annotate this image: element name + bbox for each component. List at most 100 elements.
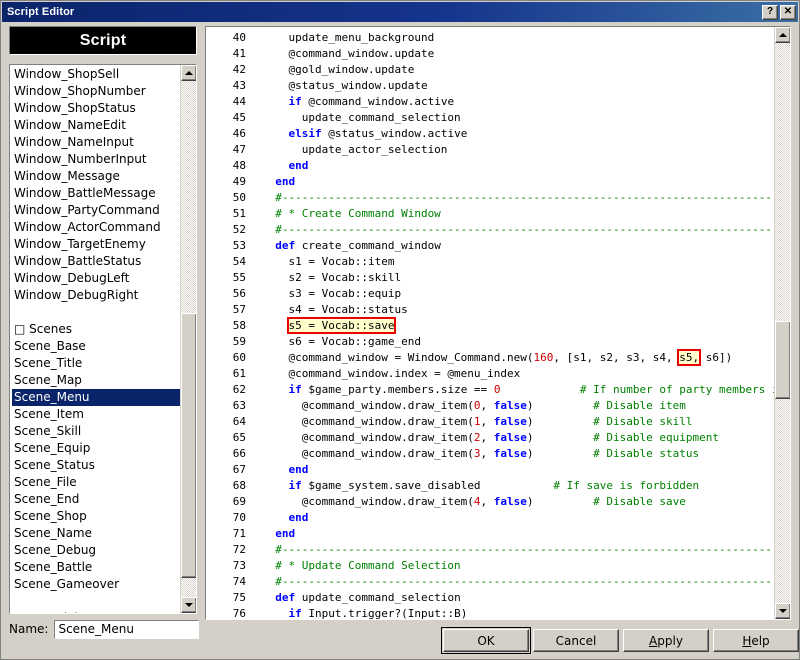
script-list-item[interactable]: Scene_Debug bbox=[12, 542, 180, 559]
line-number: 65 bbox=[232, 431, 246, 444]
code-line[interactable]: 46 elsif @status_window.active bbox=[206, 126, 774, 142]
code-token: #---------------------------------------… bbox=[262, 223, 772, 236]
script-list-item[interactable]: Scene_Skill bbox=[12, 423, 180, 440]
help-icon[interactable]: ? bbox=[762, 4, 778, 20]
script-list-item[interactable]: Window_NameEdit bbox=[12, 117, 180, 134]
code-line[interactable]: 44 if @command_window.active bbox=[206, 94, 774, 110]
help-button[interactable]: Help bbox=[713, 629, 799, 652]
script-list-item[interactable]: Window_ShopNumber bbox=[12, 83, 180, 100]
code-line[interactable]: 66 @command_window.draw_item(3, false) #… bbox=[206, 446, 774, 462]
line-number: 49 bbox=[232, 175, 246, 188]
line-number: 40 bbox=[232, 31, 246, 44]
code-line[interactable]: 56 s3 = Vocab::equip bbox=[206, 286, 774, 302]
script-list-item[interactable]: Scene_End bbox=[12, 491, 180, 508]
script-list-item[interactable]: Window_BattleStatus bbox=[12, 253, 180, 270]
script-list-scroll-up-button[interactable] bbox=[181, 65, 196, 81]
code-line[interactable]: 57 s4 = Vocab::status bbox=[206, 302, 774, 318]
line-number: 44 bbox=[232, 95, 246, 108]
line-number: 63 bbox=[232, 399, 246, 412]
script-list-box[interactable]: Window_ShopSell Window_ShopNumber Window_S… bbox=[9, 64, 197, 614]
ok-button[interactable]: OK bbox=[441, 627, 531, 654]
code-line[interactable]: 50 #------------------------------------… bbox=[206, 190, 774, 206]
code-lines[interactable]: 40 update_menu_background 41 @command_win… bbox=[206, 30, 774, 619]
code-token: update_menu_background bbox=[262, 31, 435, 44]
script-list-item[interactable]: Window_Message bbox=[12, 168, 180, 185]
code-line[interactable]: 43 @status_window.update bbox=[206, 78, 774, 94]
code-line[interactable]: 69 @command_window.draw_item(4, false) #… bbox=[206, 494, 774, 510]
script-list-item[interactable]: Scene_File bbox=[12, 474, 180, 491]
script-list-item[interactable]: Scene_Battle bbox=[12, 559, 180, 576]
code-line[interactable]: 52 #------------------------------------… bbox=[206, 222, 774, 238]
editor-scrollbar[interactable] bbox=[774, 27, 790, 619]
script-list-scroll-down-button[interactable] bbox=[181, 597, 196, 613]
code-token: ) bbox=[526, 495, 534, 508]
script-list-scrollbar[interactable] bbox=[180, 65, 196, 613]
script-list-item[interactable]: Scene_Item bbox=[12, 406, 180, 423]
code-line[interactable]: 62 if $game_party.members.size == 0 # If… bbox=[206, 382, 774, 398]
code-line[interactable]: 53 def create_command_window bbox=[206, 238, 774, 254]
code-line[interactable]: 73 # * Update Command Selection bbox=[206, 558, 774, 574]
script-list-item[interactable]: Scene_Equip bbox=[12, 440, 180, 457]
code-line[interactable]: 72 #------------------------------------… bbox=[206, 542, 774, 558]
editor-scroll-thumb[interactable] bbox=[775, 321, 790, 399]
code-line[interactable]: 51 # * Create Command Window bbox=[206, 206, 774, 222]
script-list-item[interactable]: Scene_Title bbox=[12, 355, 180, 372]
script-list-item[interactable]: Window_ShopSell bbox=[12, 66, 180, 83]
code-line[interactable]: 75 def update_command_selection bbox=[206, 590, 774, 606]
script-list-item[interactable]: Window_ActorCommand bbox=[12, 219, 180, 236]
script-list-item[interactable]: Window_NumberInput bbox=[12, 151, 180, 168]
code-line[interactable]: 61 @command_window.index = @menu_index bbox=[206, 366, 774, 382]
code-line[interactable]: 68 if $game_system.save_disabled # If sa… bbox=[206, 478, 774, 494]
code-line[interactable]: 60 @command_window = Window_Command.new(… bbox=[206, 349, 774, 366]
script-list-section[interactable]: □ Materials bbox=[12, 610, 180, 613]
script-list-item[interactable]: Scene_Gameover bbox=[12, 576, 180, 593]
close-icon[interactable]: ✕ bbox=[780, 4, 796, 20]
script-list-item[interactable]: Window_ShopStatus bbox=[12, 100, 180, 117]
script-list-item[interactable]: Window_DebugRight bbox=[12, 287, 180, 304]
script-list-item[interactable]: Scene_Status bbox=[12, 457, 180, 474]
script-list-scroll-thumb[interactable] bbox=[181, 313, 196, 578]
script-list-item[interactable]: Window_DebugLeft bbox=[12, 270, 180, 287]
code-line[interactable]: 48 end bbox=[206, 158, 774, 174]
code-line[interactable]: 41 @command_window.update bbox=[206, 46, 774, 62]
code-line[interactable]: 45 update_command_selection bbox=[206, 110, 774, 126]
code-line[interactable]: 70 end bbox=[206, 510, 774, 526]
code-line[interactable]: 54 s1 = Vocab::item bbox=[206, 254, 774, 270]
apply-button[interactable]: Apply bbox=[623, 629, 709, 652]
code-line[interactable]: 42 @gold_window.update bbox=[206, 62, 774, 78]
code-line[interactable]: 58 s5 = Vocab::save bbox=[206, 317, 774, 334]
code-line[interactable]: 65 @command_window.draw_item(2, false) #… bbox=[206, 430, 774, 446]
script-list-item[interactable]: Scene_Shop bbox=[12, 508, 180, 525]
code-line[interactable]: 49 end bbox=[206, 174, 774, 190]
script-list-item[interactable]: Scene_Base bbox=[12, 338, 180, 355]
code-line[interactable]: 64 @command_window.draw_item(1, false) #… bbox=[206, 414, 774, 430]
code-line[interactable]: 76 if Input.trigger?(Input::B) bbox=[206, 606, 774, 619]
code-line[interactable]: 55 s2 = Vocab::skill bbox=[206, 270, 774, 286]
code-line[interactable]: 40 update_menu_background bbox=[206, 30, 774, 46]
script-list-item[interactable]: Window_PartyCommand bbox=[12, 202, 180, 219]
code-line[interactable]: 47 update_actor_selection bbox=[206, 142, 774, 158]
code-line[interactable]: 59 s6 = Vocab::game_end bbox=[206, 334, 774, 350]
script-list-item[interactable]: Scene_Menu bbox=[12, 389, 180, 406]
code-line[interactable]: 67 end bbox=[206, 462, 774, 478]
editor-scroll-down-button[interactable] bbox=[775, 603, 790, 619]
code-line[interactable]: 71 end bbox=[206, 526, 774, 542]
script-list-item[interactable]: Window_NameInput bbox=[12, 134, 180, 151]
script-list-item[interactable]: Window_TargetEnemy bbox=[12, 236, 180, 253]
script-list-items[interactable]: Window_ShopSell Window_ShopNumber Window_S… bbox=[10, 65, 180, 613]
editor-scroll-up-button[interactable] bbox=[775, 27, 790, 43]
script-list-section[interactable]: □ Scenes bbox=[12, 321, 180, 338]
script-list-item[interactable]: Scene_Map bbox=[12, 372, 180, 389]
code-token: ) bbox=[526, 431, 534, 444]
line-number: 51 bbox=[232, 207, 246, 220]
script-list-item[interactable]: Scene_Name bbox=[12, 525, 180, 542]
code-line[interactable]: 63 @command_window.draw_item(0, false) #… bbox=[206, 398, 774, 414]
script-list-item[interactable]: Window_BattleMessage bbox=[12, 185, 180, 202]
chevron-up-icon bbox=[185, 71, 193, 75]
code-line[interactable]: 74 #------------------------------------… bbox=[206, 574, 774, 590]
code-editor[interactable]: 40 update_menu_background 41 @command_win… bbox=[205, 26, 791, 620]
cancel-button[interactable]: Cancel bbox=[533, 629, 619, 652]
code-text-area[interactable]: 40 update_menu_background 41 @command_win… bbox=[206, 27, 774, 619]
